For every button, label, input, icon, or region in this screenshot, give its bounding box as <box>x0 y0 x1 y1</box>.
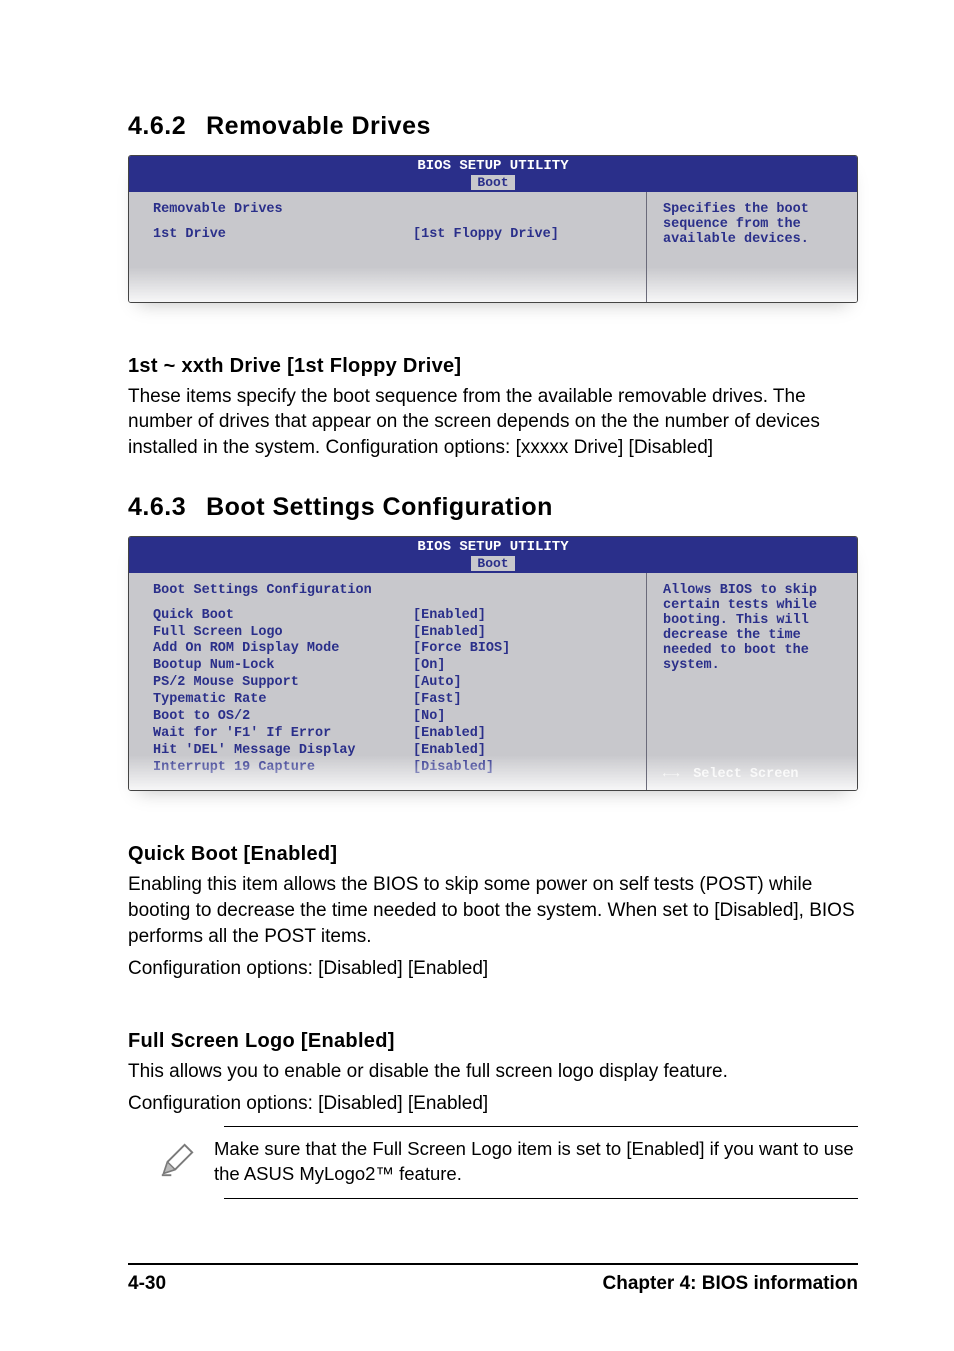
bios-title-bar: BIOS SETUP UTILITY Boot <box>129 156 857 192</box>
bios-panel-removable-drives: BIOS SETUP UTILITY Boot Removable Drives… <box>128 155 858 303</box>
bios-row-label: PS/2 Mouse Support <box>153 675 413 692</box>
bios-help-text: Specifies the boot sequence from the ava… <box>663 202 845 247</box>
section-heading-removable-drives: 4.6.2 Removable Drives <box>128 112 858 141</box>
bios-nav-hint: ←→ Select Screen <box>663 767 799 782</box>
bios-row-quick-boot[interactable]: Quick Boot[Enabled] <box>153 608 632 625</box>
bios-row-value: [Enabled] <box>413 743 632 760</box>
body-full-screen-1: This allows you to enable or disable the… <box>128 1059 858 1085</box>
bios-row-value: [Force BIOS] <box>413 641 632 658</box>
bios-row-value: [Auto] <box>413 675 632 692</box>
bios-panel-title: Removable Drives <box>153 202 632 217</box>
panel-fade <box>129 267 646 302</box>
bios-help-pane: Specifies the boot sequence from the ava… <box>647 192 857 302</box>
bios-panel-title: Boot Settings Configuration <box>153 583 632 598</box>
bios-left-pane: Removable Drives 1st Drive [1st Floppy D… <box>129 192 647 302</box>
page-footer: 4-30 Chapter 4: BIOS information <box>128 1263 858 1295</box>
bios-row-int19[interactable]: Interrupt 19 Capture[Disabled] <box>153 760 632 777</box>
bios-panel-boot-settings: BIOS SETUP UTILITY Boot Boot Settings Co… <box>128 536 858 791</box>
bios-row-label: Wait for 'F1' If Error <box>153 726 413 743</box>
bios-row-label: Typematic Rate <box>153 692 413 709</box>
bios-row-label: Add On ROM Display Mode <box>153 641 413 658</box>
bios-row-value: [Disabled] <box>413 760 632 777</box>
bios-row-addon-rom[interactable]: Add On ROM Display Mode[Force BIOS] <box>153 641 632 658</box>
bios-utility-title: BIOS SETUP UTILITY <box>129 539 857 556</box>
bios-row-label: Full Screen Logo <box>153 625 413 642</box>
subheading-1st-drive: 1st ~ xxth Drive [1st Floppy Drive] <box>128 355 858 378</box>
body-1st-drive: These items specify the boot sequence fr… <box>128 384 858 461</box>
bios-row-label: 1st Drive <box>153 227 413 244</box>
bios-row-value: [On] <box>413 658 632 675</box>
note-block: Make sure that the Full Screen Logo item… <box>224 1126 858 1199</box>
bios-help-pane: Allows BIOS to skip certain tests while … <box>647 573 857 791</box>
bios-row-full-screen-logo[interactable]: Full Screen Logo[Enabled] <box>153 625 632 642</box>
bios-nav-label: Select Screen <box>693 767 798 782</box>
subheading-quick-boot: Quick Boot [Enabled] <box>128 843 858 866</box>
bios-row-value: [Enabled] <box>413 726 632 743</box>
body-quick-boot-1: Enabling this item allows the BIOS to sk… <box>128 872 858 949</box>
note-text: Make sure that the Full Screen Logo item… <box>214 1137 854 1186</box>
bios-help-text: Allows BIOS to skip certain tests while … <box>663 583 845 673</box>
bios-row-hit-del[interactable]: Hit 'DEL' Message Display[Enabled] <box>153 743 632 760</box>
bios-row-label: Bootup Num-Lock <box>153 658 413 675</box>
bios-row-label: Hit 'DEL' Message Display <box>153 743 413 760</box>
panel-fade <box>647 267 857 302</box>
bios-row-typematic-rate[interactable]: Typematic Rate[Fast] <box>153 692 632 709</box>
section-title: Boot Settings Configuration <box>206 493 553 521</box>
bios-row-bootup-numlock[interactable]: Bootup Num-Lock[On] <box>153 658 632 675</box>
bios-row-label: Boot to OS/2 <box>153 709 413 726</box>
bios-row-value: [Fast] <box>413 692 632 709</box>
bios-row-label: Quick Boot <box>153 608 413 625</box>
body-full-screen-2: Configuration options: [Disabled] [Enabl… <box>128 1091 858 1117</box>
subheading-full-screen-logo: Full Screen Logo [Enabled] <box>128 1030 858 1053</box>
chapter-label: Chapter 4: BIOS information <box>603 1273 858 1295</box>
page-number: 4-30 <box>128 1273 166 1295</box>
bios-row-ps2-mouse[interactable]: PS/2 Mouse Support[Auto] <box>153 675 632 692</box>
bios-row-boot-os2[interactable]: Boot to OS/2[No] <box>153 709 632 726</box>
bios-title-bar: BIOS SETUP UTILITY Boot <box>129 537 857 573</box>
body-quick-boot-2: Configuration options: [Disabled] [Enabl… <box>128 956 858 982</box>
bios-row-1st-drive[interactable]: 1st Drive [1st Floppy Drive] <box>153 227 632 244</box>
bios-tab-boot: Boot <box>471 175 514 191</box>
bios-row-wait-f1[interactable]: Wait for 'F1' If Error[Enabled] <box>153 726 632 743</box>
pencil-note-icon <box>158 1141 196 1184</box>
section-title: Removable Drives <box>206 112 431 140</box>
bios-tab-boot: Boot <box>471 556 514 572</box>
bios-row-value: [1st Floppy Drive] <box>413 227 632 244</box>
arrows-icon: ←→ <box>663 767 679 782</box>
bios-row-value: [No] <box>413 709 632 726</box>
bios-row-value: [Enabled] <box>413 625 632 642</box>
section-heading-boot-settings: 4.6.3 Boot Settings Configuration <box>128 493 858 522</box>
bios-left-pane: Boot Settings Configuration Quick Boot[E… <box>129 573 647 791</box>
bios-utility-title: BIOS SETUP UTILITY <box>129 158 857 175</box>
bios-row-label: Interrupt 19 Capture <box>153 760 413 777</box>
section-number: 4.6.3 <box>128 493 186 521</box>
bios-row-value: [Enabled] <box>413 608 632 625</box>
section-number: 4.6.2 <box>128 112 186 140</box>
